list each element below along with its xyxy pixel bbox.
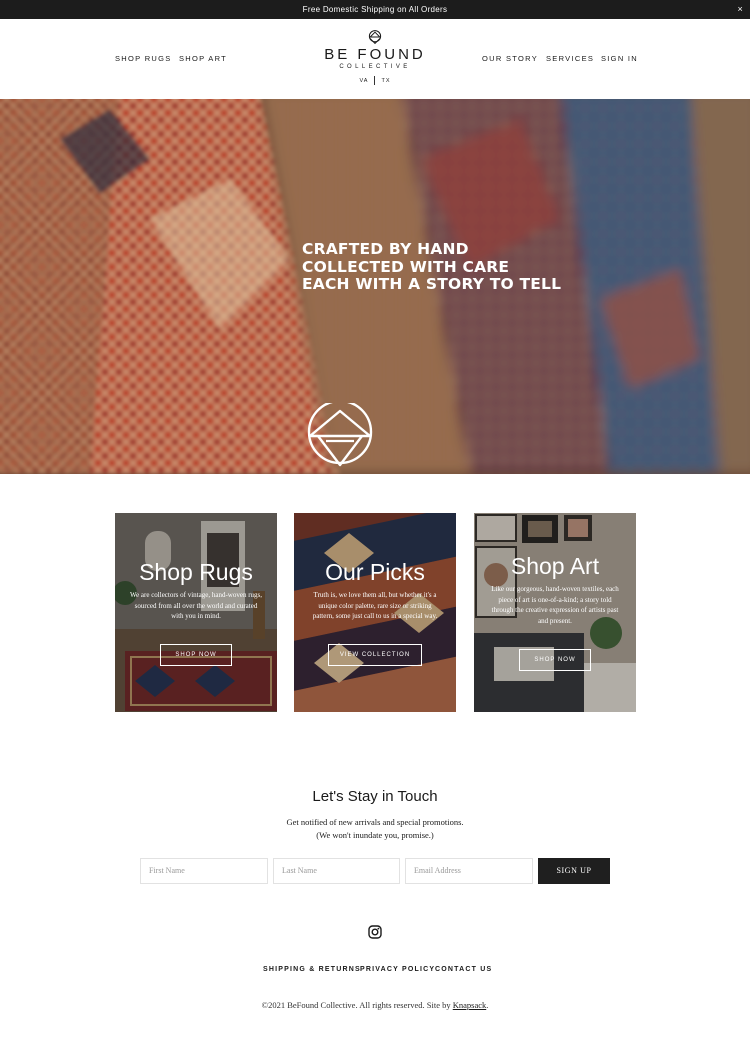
announcement-text: Free Domestic Shipping on All Orders [302, 5, 448, 14]
nav-our-story[interactable]: OUR STORY [482, 54, 538, 63]
footer-copyright: ©2021 BeFound Collective. All rights res… [0, 1000, 750, 1010]
card-shop-art-description: Like our gorgeous, hand-woven textiles, … [491, 585, 619, 625]
shop-art-button[interactable]: SHOP NOW [519, 649, 591, 671]
view-collection-button[interactable]: VIEW COLLECTION [328, 644, 422, 666]
newsletter-line-1: Get notified of new arrivals and special… [286, 817, 464, 827]
card-shop-rugs-title: Shop Rugs [139, 559, 253, 585]
card-shop-rugs-description: We are collectors of vintage, hand-woven… [130, 591, 262, 620]
nav-shop-rugs[interactable]: SHOP RUGS [115, 54, 172, 63]
nav-sign-in[interactable]: SIGN IN [601, 54, 638, 63]
email-field[interactable]: Email Address [405, 858, 533, 884]
site-logo[interactable]: BE FOUND COLLECTIVE VA TX [320, 29, 430, 85]
logo-subtitle: COLLECTIVE [339, 64, 411, 70]
knapsack-link[interactable]: Knapsack [453, 1000, 487, 1010]
card-our-picks-description: Truth is, we love them all, but whether … [312, 591, 438, 620]
logo-location-tx: TX [381, 77, 391, 84]
card-our-picks-title: Our Picks [325, 559, 425, 585]
card-our-picks[interactable]: Our Picks Truth is, we love them all, bu… [294, 513, 456, 712]
logo-locations: VA TX [320, 76, 430, 85]
first-name-field[interactable]: First Name [140, 858, 268, 884]
logo-location-divider [374, 76, 376, 85]
logo-mark-icon [368, 30, 382, 45]
sign-up-button[interactable]: SIGN UP [538, 858, 610, 884]
shop-rugs-button[interactable]: SHOP NOW [160, 644, 232, 666]
footer-contact-link[interactable]: CONTACT US [435, 966, 492, 973]
hero-line-2: COLLECTED WITH CARE [302, 257, 510, 276]
logo-location-va: VA [359, 77, 369, 84]
footer-shipping-link[interactable]: SHIPPING & RETURNS [263, 966, 361, 973]
newsletter-title: Let's Stay in Touch [312, 788, 438, 805]
newsletter-description: Get notified of new arrivals and special… [0, 816, 750, 841]
hero-banner: CRAFTED BY HAND COLLECTED WITH CARE EACH… [0, 99, 750, 474]
hero-line-3: EACH WITH A STORY TO TELL [302, 275, 562, 293]
card-shop-art[interactable]: Shop Art Like our gorgeous, hand-woven t… [474, 513, 636, 712]
hero-line-1: CRAFTED BY HAND [302, 240, 469, 258]
card-shop-rugs[interactable]: Shop Rugs We are collectors of vintage, … [115, 513, 277, 712]
card-shop-art-title: Shop Art [510, 553, 600, 579]
copyright-period: . [486, 1000, 489, 1010]
logo-name: BE FOUND [324, 46, 426, 63]
nav-shop-art[interactable]: SHOP ART [179, 54, 227, 63]
footer-privacy-link[interactable]: PRIVACY POLICY [360, 966, 435, 973]
announcement-bar: Free Domestic Shipping on All Orders × [0, 0, 750, 19]
hero-headline: CRAFTED BY HAND COLLECTED WITH CARE EACH… [302, 240, 562, 294]
site-header: SHOP RUGS SHOP ART OUR STORY SERVICES SI… [0, 19, 750, 99]
newsletter-line-2: (We won't inundate you, promise.) [316, 829, 434, 840]
copyright-text: ©2021 BeFound Collective. All rights res… [261, 1000, 451, 1010]
instagram-icon[interactable] [368, 925, 382, 939]
hero-emblem-icon [307, 403, 373, 467]
close-icon[interactable]: × [737, 0, 743, 19]
nav-services[interactable]: SERVICES [546, 54, 594, 63]
last-name-field[interactable]: Last Name [273, 858, 400, 884]
